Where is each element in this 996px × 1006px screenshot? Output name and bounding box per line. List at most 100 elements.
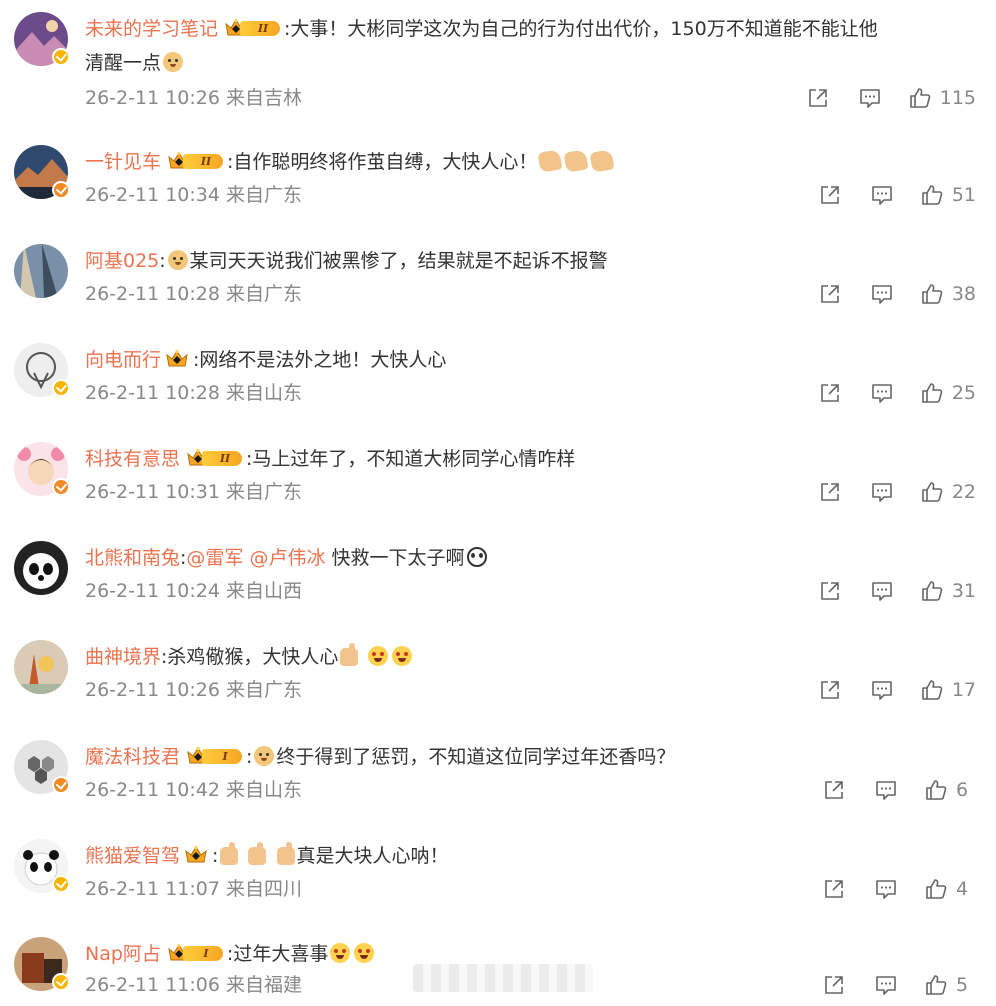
reply-button[interactable]: [870, 480, 894, 504]
reply-button[interactable]: [874, 877, 898, 901]
avatar[interactable]: [14, 12, 70, 66]
reply-button[interactable]: [874, 778, 898, 802]
avatar[interactable]: [14, 740, 70, 794]
comment-username[interactable]: 阿基025: [85, 250, 159, 272]
comment-icon: [870, 282, 894, 306]
avatar[interactable]: [14, 541, 68, 595]
like-button[interactable]: 51: [920, 181, 976, 209]
comment-location: 来自广东: [226, 184, 303, 206]
comment-username[interactable]: 熊猫爱智驾: [85, 845, 180, 867]
comment-icon: [870, 183, 894, 207]
mention-link[interactable]: @卢伟冰: [249, 547, 325, 569]
comment-text: 终于得到了惩罚，不知道这位同学过年还香吗？: [276, 746, 676, 768]
fan-level-badge: I: [186, 746, 244, 766]
reply-button[interactable]: [870, 381, 894, 405]
like-count: 38: [951, 283, 976, 305]
verified-badge-icon: [52, 776, 70, 794]
comment-username[interactable]: 向电而行: [85, 349, 161, 371]
reply-button[interactable]: [870, 678, 894, 702]
comment-text: 真是大块人心呐！: [296, 845, 449, 867]
reply-button[interactable]: [870, 579, 894, 603]
thumbs-up-emoji-icon: [220, 842, 239, 865]
like-button[interactable]: 6: [924, 776, 976, 804]
crying-emoji-icon: [466, 547, 487, 567]
avatar[interactable]: [14, 343, 70, 397]
comment-username[interactable]: 科技有意思: [85, 448, 180, 470]
avatar[interactable]: [14, 145, 70, 199]
share-button[interactable]: [818, 678, 842, 702]
like-button[interactable]: 38: [920, 280, 976, 308]
share-button[interactable]: [822, 973, 846, 997]
like-icon: [920, 381, 944, 405]
comment-username[interactable]: 曲神境界: [85, 646, 161, 668]
doge-emoji-icon: [163, 52, 184, 72]
shocked-emoji-icon: [354, 943, 375, 963]
share-icon: [818, 282, 842, 306]
comment-username[interactable]: 一针见车: [85, 151, 161, 173]
share-button[interactable]: [818, 480, 842, 504]
comment-username[interactable]: 魔法科技君: [85, 746, 180, 768]
avatar[interactable]: [14, 244, 68, 298]
comment-icon: [874, 973, 898, 997]
like-count: 6: [956, 779, 969, 801]
share-icon: [822, 877, 846, 901]
verified-badge-icon: [52, 478, 70, 496]
share-button[interactable]: [818, 183, 842, 207]
strong-arm-emoji-icon: [537, 149, 564, 173]
like-button[interactable]: 4: [924, 875, 976, 903]
comment-location: 来自吉林: [226, 87, 303, 109]
comment-date: 26-2-11 10:34: [85, 184, 220, 206]
reply-button[interactable]: [858, 86, 882, 110]
blurred-overlay: [413, 964, 593, 992]
like-count: 51: [951, 184, 976, 206]
like-button[interactable]: 17: [920, 676, 976, 704]
strong-arm-emoji-icon: [589, 149, 616, 173]
verified-badge-icon: [52, 181, 70, 199]
share-button[interactable]: [806, 86, 830, 110]
like-count: 4: [956, 878, 969, 900]
comment-username[interactable]: Nap阿占: [85, 943, 161, 965]
like-button[interactable]: 22: [920, 478, 976, 506]
share-button[interactable]: [818, 579, 842, 603]
shocked-emoji-icon: [330, 943, 351, 963]
like-icon: [920, 183, 944, 207]
reply-button[interactable]: [870, 183, 894, 207]
share-button[interactable]: [822, 877, 846, 901]
mention-link[interactable]: @雷军: [186, 547, 243, 569]
avatar[interactable]: [14, 839, 70, 893]
reply-button[interactable]: [874, 973, 898, 997]
like-icon: [924, 778, 948, 802]
like-icon: [924, 973, 948, 997]
crown-icon: [165, 349, 189, 369]
share-button[interactable]: [822, 778, 846, 802]
like-button[interactable]: 115: [908, 84, 976, 112]
like-count: 22: [951, 481, 976, 503]
like-icon: [908, 86, 932, 110]
comment-location: 来自山东: [226, 779, 303, 801]
thumbs-up-emoji-icon: [248, 842, 267, 865]
avatar[interactable]: [14, 442, 70, 496]
share-button[interactable]: [818, 381, 842, 405]
reply-button[interactable]: [870, 282, 894, 306]
comment-location: 来自广东: [226, 481, 303, 503]
comment-location: 来自四川: [226, 878, 303, 900]
laughing-emoji-icon: [368, 646, 389, 666]
comment-date: 26-2-11 10:26: [85, 679, 220, 701]
like-button[interactable]: 31: [920, 577, 976, 605]
comment-date: 26-2-11 11:07: [85, 878, 220, 900]
shocked-emoji-icon: [392, 646, 413, 666]
share-button[interactable]: [818, 282, 842, 306]
like-icon: [920, 480, 944, 504]
like-count: 25: [951, 382, 976, 404]
comment-username[interactable]: 未来的学习笔记: [85, 18, 218, 40]
avatar[interactable]: [14, 937, 70, 991]
comment-date: 26-2-11 10:24: [85, 580, 220, 602]
thumbs-up-emoji-icon: [340, 643, 359, 666]
comment-icon: [874, 877, 898, 901]
avatar[interactable]: [14, 640, 68, 694]
like-button[interactable]: 25: [920, 379, 976, 407]
comment-username[interactable]: 北熊和南兔: [85, 547, 180, 569]
comment-text: 杀鸡儆猴，大快人心: [167, 646, 339, 668]
comment-location: 来自山西: [226, 580, 303, 602]
like-button[interactable]: 5: [924, 971, 976, 999]
